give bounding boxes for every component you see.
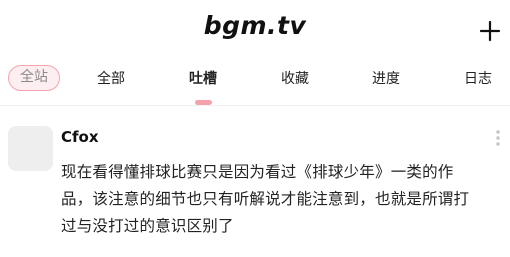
- post-more-button[interactable]: [492, 128, 504, 148]
- tab-all[interactable]: 全部: [81, 70, 141, 88]
- post-content-line: 品，该注意的细节也只有听解说才能注意到，也就是所谓打: [61, 190, 470, 208]
- post-content: 现在看得懂排球比赛只是因为看过《排球少年》一类的作 品，该注意的细节也只有听解说…: [61, 159, 481, 240]
- tab-all-site[interactable]: 全站: [8, 65, 60, 91]
- post-content-line: 过与没打过的意识区别了: [61, 217, 234, 235]
- app-header: bgm.tv: [0, 0, 510, 58]
- plus-icon: [479, 20, 501, 42]
- avatar[interactable]: [8, 126, 53, 171]
- site-logo[interactable]: bgm.tv: [0, 11, 510, 41]
- divider: [0, 105, 510, 106]
- tab-progress[interactable]: 进度: [356, 70, 416, 88]
- add-button[interactable]: [476, 15, 504, 43]
- tab-collections[interactable]: 收藏: [265, 70, 325, 88]
- timeline-post: Cfox 现在看得懂排球比赛只是因为看过《排球少年》一类的作 品，该注意的细节也…: [0, 112, 510, 257]
- post-content-line: 现在看得懂排球比赛只是因为看过《排球少年》一类的作: [61, 163, 454, 181]
- tab-blog[interactable]: 日志: [448, 70, 508, 88]
- more-vertical-icon: [496, 130, 500, 146]
- post-username[interactable]: Cfox: [61, 127, 99, 147]
- timeline-tabs: 全站 全部 吐槽 收藏 进度 日志: [0, 60, 510, 105]
- tab-comments[interactable]: 吐槽: [173, 70, 233, 88]
